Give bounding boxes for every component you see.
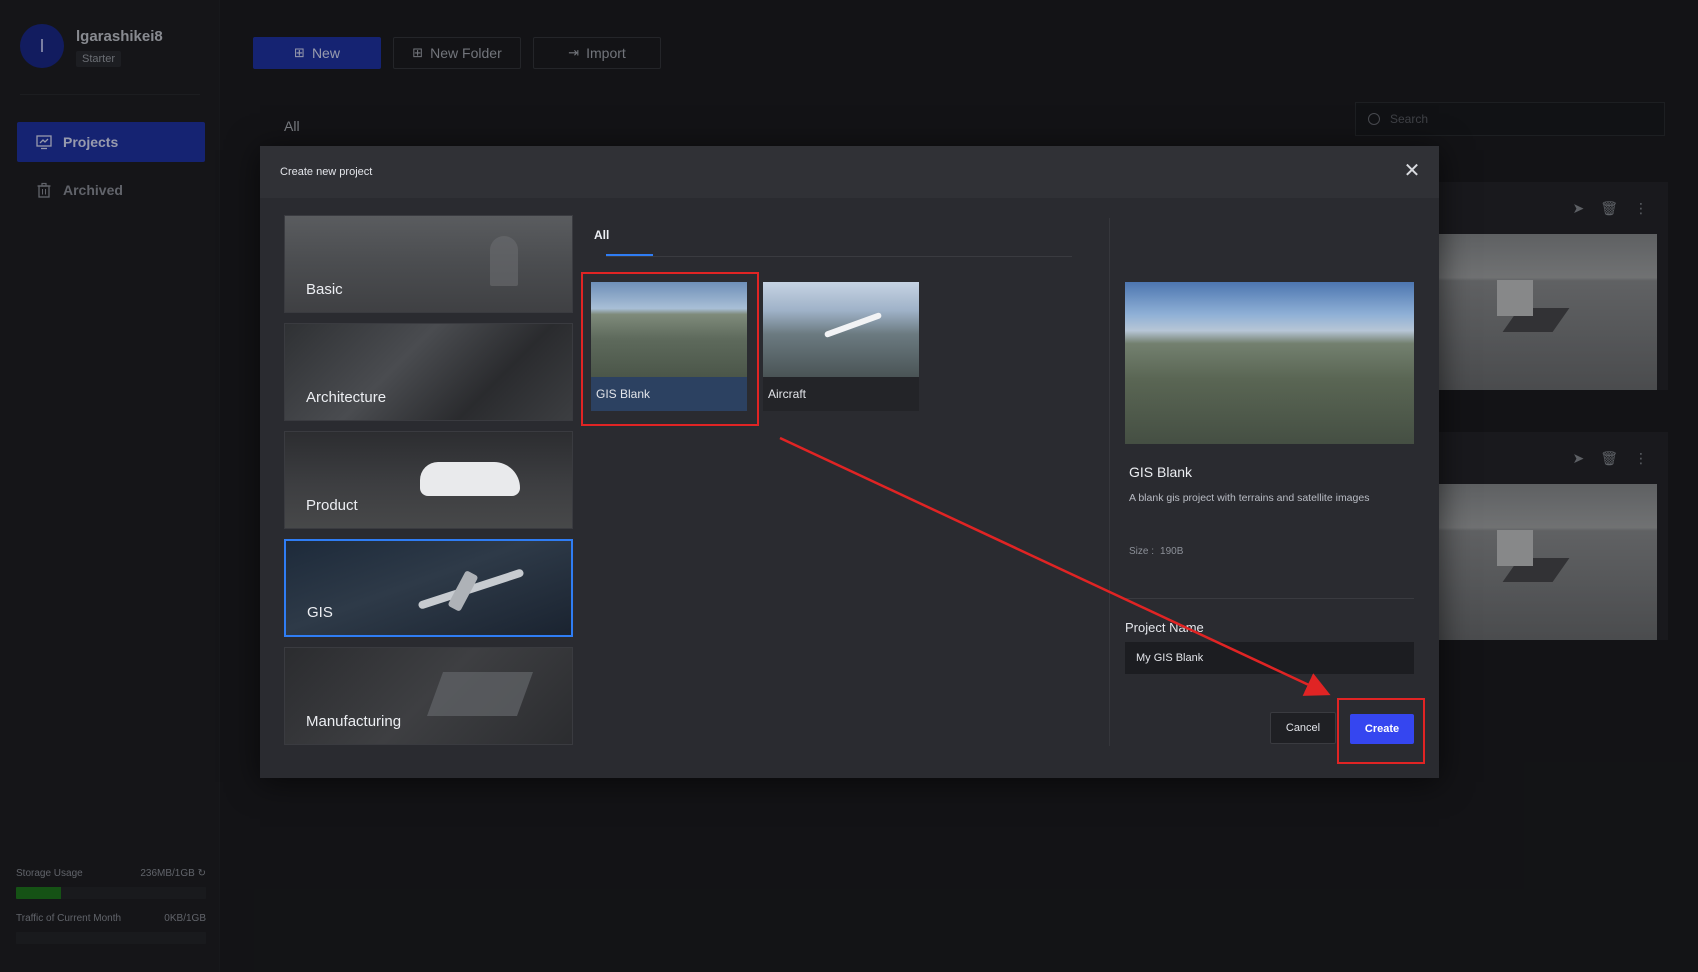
annotation-arrow	[779, 436, 1331, 696]
